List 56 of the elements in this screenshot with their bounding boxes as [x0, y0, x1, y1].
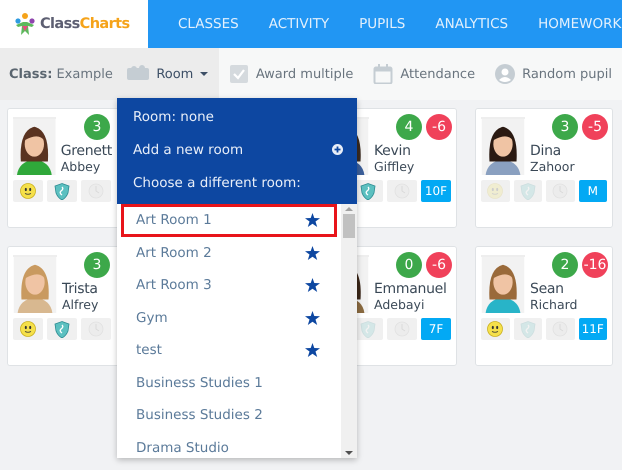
- room-option[interactable]: Art Room 1: [121, 204, 337, 236]
- group-tag: 7F: [421, 318, 451, 340]
- user-icon: [495, 64, 516, 84]
- room-dropdown[interactable]: Room: [117, 48, 219, 100]
- nav-link[interactable]: PUPILS: [359, 16, 406, 32]
- last-name: Giffley: [374, 159, 414, 175]
- positive-points-badge: 0: [396, 252, 422, 278]
- plus-icon: [332, 144, 343, 155]
- last-name: Richard: [530, 297, 578, 313]
- last-name: Zahoor: [530, 159, 575, 175]
- group-tag: 10F: [421, 180, 451, 202]
- positive-points-badge: 4: [396, 114, 422, 140]
- nav-link[interactable]: ANALYTICS: [435, 16, 508, 32]
- negative-points-badge: -16: [582, 252, 608, 278]
- negative-points-badge: -6: [426, 114, 452, 140]
- behaviour-button[interactable]: [13, 180, 43, 202]
- nav-link[interactable]: HOMEWORK: [538, 16, 622, 32]
- behaviour-button[interactable]: [47, 318, 77, 340]
- behaviour-button[interactable]: [13, 318, 43, 340]
- positive-points-badge: 3: [84, 252, 110, 278]
- room-option[interactable]: Business Studies 1: [121, 366, 337, 399]
- toolbar-button[interactable]: Attendance: [363, 48, 486, 100]
- group-tag: 11F: [578, 318, 607, 340]
- last-name: Abbey: [60, 159, 102, 175]
- checkbox-icon: [228, 64, 249, 84]
- positive-points-badge: 3: [84, 114, 110, 140]
- first-name: Kevin: [374, 143, 412, 159]
- first-name: Dina: [530, 143, 562, 159]
- calendar-icon: [373, 64, 394, 84]
- toolbar-button[interactable]: Random pupil: [485, 48, 622, 100]
- pupil-card[interactable]: Grenett Abbey 3: [7, 108, 117, 228]
- caret-icon: [200, 72, 208, 76]
- group-tag: M: [578, 180, 607, 202]
- positive-points-badge: 3: [552, 114, 578, 140]
- negative-points-badge: -6: [426, 252, 452, 278]
- first-name: Emmanuel: [374, 281, 447, 297]
- nav-link[interactable]: CLASSES: [178, 16, 239, 32]
- room-option[interactable]: Drama Studio: [121, 432, 337, 458]
- logo-text: ClassCharts: [40, 16, 130, 32]
- first-name: Trista: [62, 281, 98, 297]
- positive-points-badge: 2: [552, 252, 578, 278]
- pupil-card[interactable]: Sean Richard 2 -16 11F: [475, 246, 613, 366]
- negative-points-badge: -5: [582, 114, 608, 140]
- class-label: Class:: [9, 66, 52, 82]
- class-name: Example: [56, 66, 113, 82]
- behaviour-button[interactable]: [481, 318, 510, 340]
- first-name: Grenett: [60, 143, 112, 159]
- last-name: Alfrey: [62, 297, 98, 313]
- behaviour-button[interactable]: [47, 180, 77, 202]
- scrollbar[interactable]: [341, 204, 357, 458]
- pupil-card[interactable]: Trista Alfrey 3: [7, 246, 117, 366]
- room-option[interactable]: Business Studies 2: [121, 399, 337, 432]
- last-name: Adebayi: [374, 297, 426, 313]
- first-name: Sean: [530, 281, 565, 297]
- logo-icon: [13, 12, 37, 36]
- nav-link[interactable]: ACTIVITY: [268, 16, 330, 32]
